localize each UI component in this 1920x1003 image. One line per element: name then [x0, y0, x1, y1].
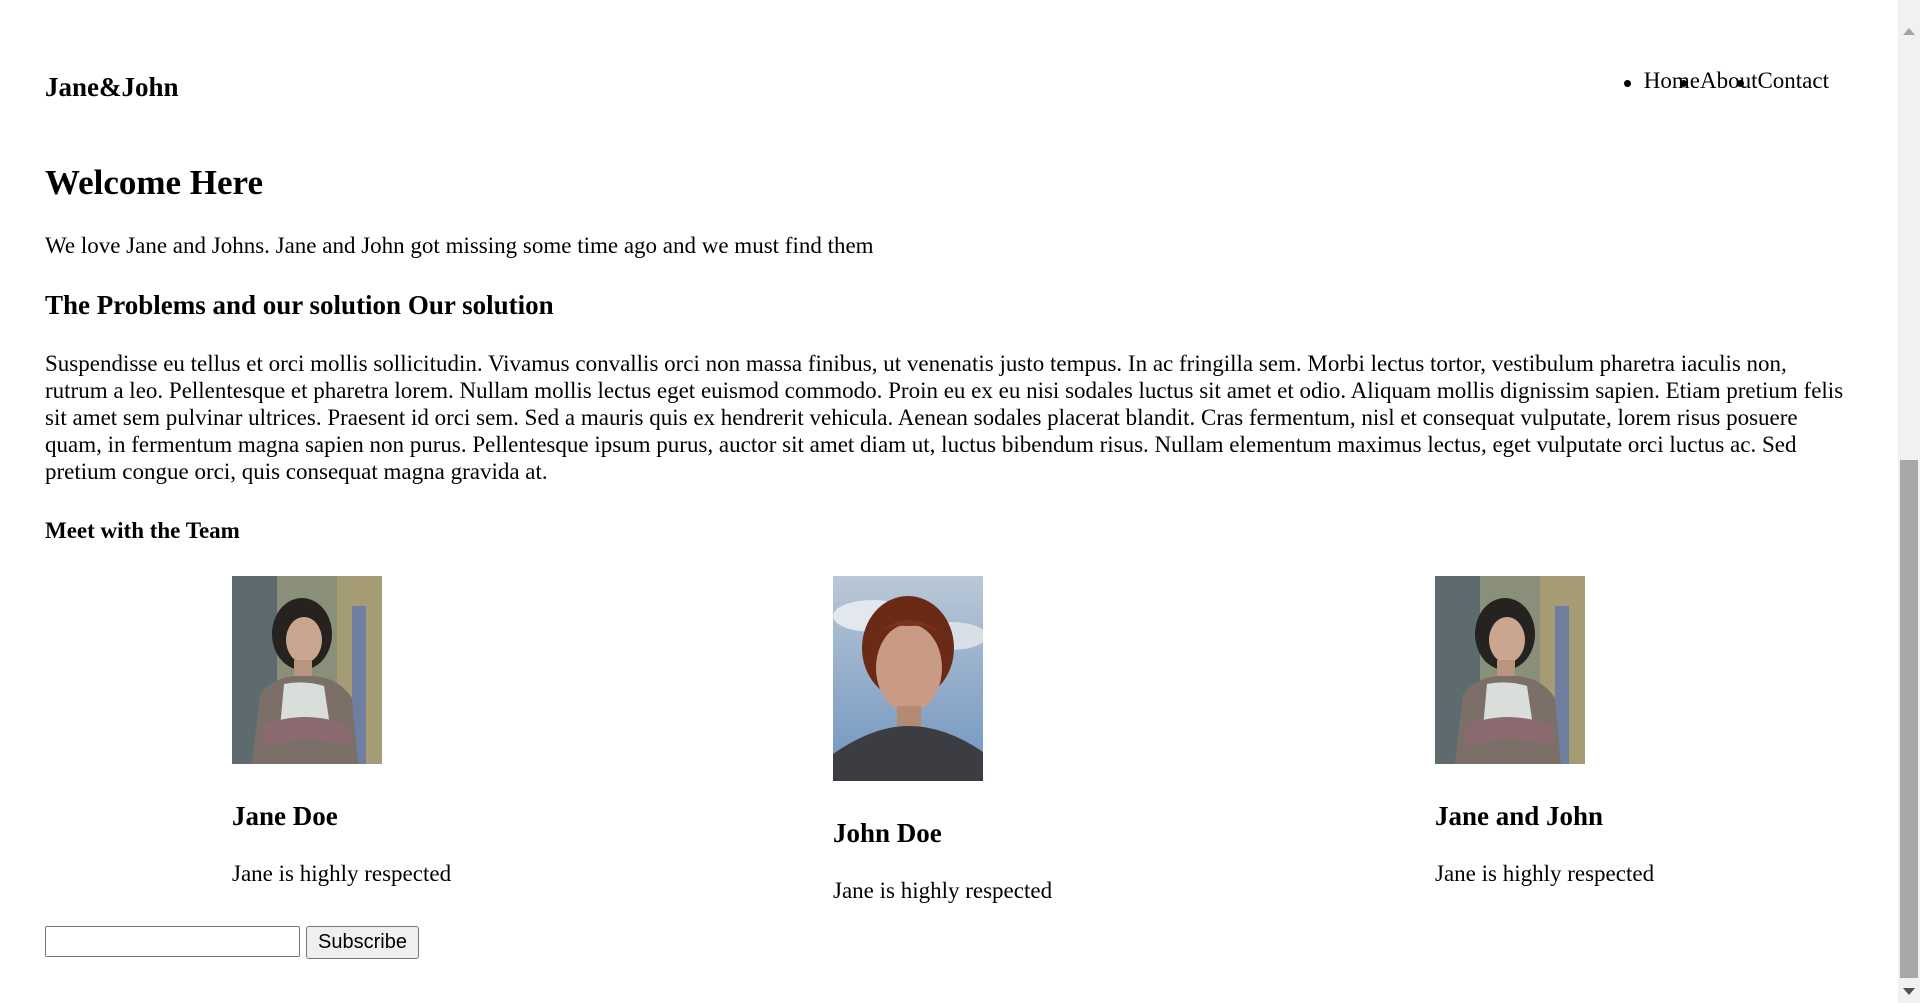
team-member-name: Jane Doe [232, 801, 338, 831]
nav-link-home[interactable]: Home [1644, 68, 1700, 93]
page-title: Welcome Here [45, 163, 263, 202]
team-member-photo [1435, 576, 1585, 764]
problems-heading: The Problems and our solution Our soluti… [45, 290, 554, 320]
team-member-card: John Doe Jane is highly respected [833, 576, 1052, 904]
team-heading: Meet with the Team [45, 518, 240, 543]
team-member-photo [833, 576, 983, 781]
subscribe-email-input[interactable] [45, 926, 300, 957]
scroll-up-arrow-icon[interactable] [1903, 28, 1915, 35]
subscribe-form: Subscribe [45, 926, 419, 959]
subscribe-button[interactable]: Subscribe [306, 926, 419, 959]
team-member-card: Jane Doe Jane is highly respected [232, 576, 451, 887]
nav-item-about: About [1680, 68, 1758, 94]
team-member-photo [232, 576, 382, 764]
nav-link-contact[interactable]: Contact [1757, 68, 1829, 93]
nav-link-about[interactable]: About [1700, 68, 1758, 93]
main-nav: Home About Contact [1623, 68, 1829, 94]
team-member-desc: Jane is highly respected [1435, 861, 1655, 886]
site-brand: Jane&John [45, 72, 179, 102]
team-member-desc: Jane is highly respected [232, 861, 452, 886]
team-member-desc: Jane is highly respected [833, 878, 1053, 903]
nav-item-home: Home [1623, 68, 1700, 94]
page: Jane&John Home About Contact Welcome Her… [0, 0, 1898, 1003]
nav-item-contact: Contact [1737, 68, 1829, 94]
team-member-card: Jane and John Jane is highly respected [1435, 576, 1654, 887]
team-member-name: John Doe [833, 818, 942, 848]
scroll-down-arrow-icon[interactable] [1903, 988, 1915, 995]
team-member-name: Jane and John [1435, 801, 1604, 831]
body-paragraph: Suspendisse eu tellus et orci mollis sol… [45, 351, 1844, 484]
vertical-scrollbar[interactable] [1898, 0, 1920, 1003]
scrollbar-thumb[interactable] [1900, 460, 1918, 978]
intro-text: We love Jane and Johns. Jane and John go… [45, 233, 874, 258]
